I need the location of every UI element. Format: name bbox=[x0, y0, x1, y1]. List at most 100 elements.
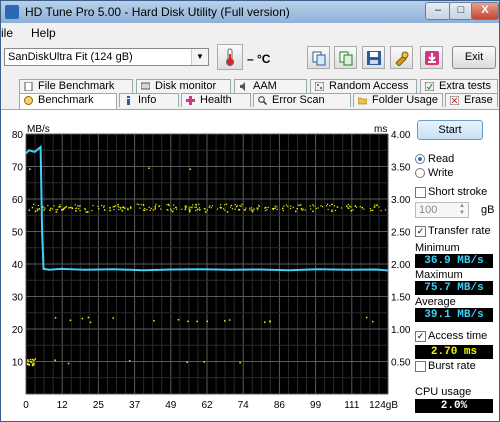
exit-button[interactable]: Exit bbox=[452, 46, 496, 69]
tab-extra-tests-label: Extra tests bbox=[439, 80, 491, 92]
tab-health[interactable]: Health bbox=[181, 93, 251, 107]
access-time-point bbox=[195, 210, 197, 212]
access-time-point bbox=[216, 208, 219, 210]
access-time-point bbox=[158, 205, 160, 207]
temperature-readout: – °C bbox=[247, 52, 271, 66]
access-time-point bbox=[301, 209, 303, 211]
tab-aam[interactable]: AAM bbox=[234, 79, 307, 93]
access-time-point bbox=[34, 358, 37, 360]
access-time-point bbox=[352, 209, 354, 211]
tab-extra-tests[interactable]: Extra tests bbox=[420, 79, 498, 93]
app-window: HD Tune Pro 5.00 - Hard Disk Utility (Fu… bbox=[0, 0, 500, 422]
short-stroke-checkbox[interactable] bbox=[415, 187, 426, 198]
burst-rate-checkbox[interactable] bbox=[415, 361, 426, 372]
access-time-point bbox=[168, 204, 170, 207]
start-button[interactable]: Start bbox=[417, 120, 483, 140]
access-time-point bbox=[223, 208, 225, 210]
access-time-point bbox=[241, 203, 243, 205]
access-time-point bbox=[374, 204, 376, 206]
access-time-point bbox=[359, 206, 361, 208]
access-time-point bbox=[309, 205, 311, 207]
access-time-value: 2.70 ms bbox=[415, 345, 493, 359]
close-button[interactable]: X bbox=[471, 2, 499, 20]
stepper-down-icon[interactable]: ▼ bbox=[456, 210, 468, 217]
maximum-label: Maximum bbox=[415, 269, 463, 281]
access-time-point bbox=[219, 203, 222, 206]
chart-grid bbox=[25, 133, 389, 395]
access-time-point bbox=[185, 205, 188, 207]
access-time-point bbox=[144, 208, 146, 210]
download-button[interactable] bbox=[420, 46, 443, 69]
write-radio[interactable] bbox=[415, 168, 425, 178]
transfer-rate-checkbox[interactable]: ✓ bbox=[415, 226, 426, 237]
chevron-down-icon[interactable]: ▼ bbox=[191, 49, 208, 65]
access-time-point bbox=[329, 205, 331, 207]
tab-disk-monitor[interactable]: Disk monitor bbox=[136, 79, 231, 93]
extra-tests-icon bbox=[425, 82, 434, 91]
tab-folder-usage[interactable]: Folder Usage bbox=[353, 93, 443, 107]
title-bar[interactable]: HD Tune Pro 5.00 - Hard Disk Utility (Fu… bbox=[1, 1, 499, 23]
access-time-point bbox=[81, 317, 84, 320]
options-button[interactable] bbox=[390, 46, 413, 69]
access-time-point bbox=[38, 208, 40, 211]
access-time-point bbox=[189, 206, 191, 208]
copy-button[interactable] bbox=[307, 46, 330, 69]
access-time-point bbox=[75, 210, 77, 212]
access-time-point bbox=[251, 210, 254, 213]
access-time-point bbox=[34, 210, 37, 213]
access-time-point bbox=[198, 203, 200, 205]
tab-file-benchmark[interactable]: File Benchmark bbox=[19, 79, 133, 93]
access-time-point bbox=[355, 206, 358, 208]
tab-error-scan[interactable]: Error Scan bbox=[253, 93, 351, 107]
tab-random-access[interactable]: Random Access bbox=[310, 79, 417, 93]
minimize-button[interactable]: – bbox=[425, 2, 451, 20]
access-time-point bbox=[49, 207, 52, 209]
burst-rate-label: Burst rate bbox=[428, 360, 476, 372]
menu-file[interactable]: ile bbox=[1, 26, 13, 40]
access-time-point bbox=[92, 204, 94, 207]
access-time-point bbox=[28, 363, 31, 366]
access-time-point bbox=[36, 209, 39, 212]
menu-help[interactable]: Help bbox=[31, 26, 56, 40]
stepper-up-icon[interactable]: ▲ bbox=[456, 203, 468, 210]
access-time-point bbox=[331, 210, 333, 213]
tab-info[interactable]: Info bbox=[119, 93, 179, 107]
maximize-button[interactable]: □ bbox=[449, 2, 473, 20]
folder-icon bbox=[358, 97, 367, 105]
access-time-point bbox=[29, 168, 31, 170]
access-time-point bbox=[331, 203, 333, 206]
access-time-point bbox=[266, 209, 268, 211]
access-time-point bbox=[31, 207, 34, 209]
tab-erase[interactable]: Erase bbox=[445, 93, 498, 107]
y-right-tick-label: 3.00 bbox=[391, 195, 411, 206]
benchmark-icon bbox=[24, 96, 33, 105]
copy-info-button[interactable] bbox=[334, 46, 357, 69]
access-time-point bbox=[188, 209, 191, 211]
access-time-point bbox=[350, 209, 352, 212]
access-time-point bbox=[127, 207, 129, 209]
y-right-tick-label: 0.50 bbox=[391, 358, 411, 369]
short-stroke-stepper[interactable]: 100 ▲ ▼ bbox=[415, 202, 469, 218]
temperature-button[interactable] bbox=[217, 44, 243, 70]
access-time-point bbox=[148, 167, 150, 170]
access-time-point bbox=[203, 361, 206, 363]
read-radio[interactable] bbox=[415, 154, 425, 164]
y-right-tick-label: 4.00 bbox=[391, 130, 411, 141]
x-tick-label: 49 bbox=[165, 400, 177, 411]
y-axis-left-unit: MB/s bbox=[27, 124, 50, 135]
access-time-point bbox=[209, 205, 211, 207]
access-time-point bbox=[249, 207, 251, 209]
save-button[interactable] bbox=[362, 46, 385, 69]
y-right-tick-label: 3.50 bbox=[391, 163, 411, 174]
access-time-point bbox=[33, 203, 35, 205]
access-time-point bbox=[384, 209, 387, 211]
access-time-point bbox=[160, 208, 162, 210]
access-time-point bbox=[59, 204, 61, 206]
access-time-point bbox=[226, 211, 229, 213]
drive-select[interactable]: SanDiskUltra Fit (124 gB) ▼ bbox=[4, 48, 209, 66]
access-time-point bbox=[120, 208, 122, 210]
access-time-point bbox=[243, 209, 246, 211]
access-time-checkbox[interactable]: ✓ bbox=[415, 331, 426, 342]
tab-benchmark[interactable]: Benchmark bbox=[19, 93, 117, 109]
access-time-point bbox=[290, 205, 292, 207]
